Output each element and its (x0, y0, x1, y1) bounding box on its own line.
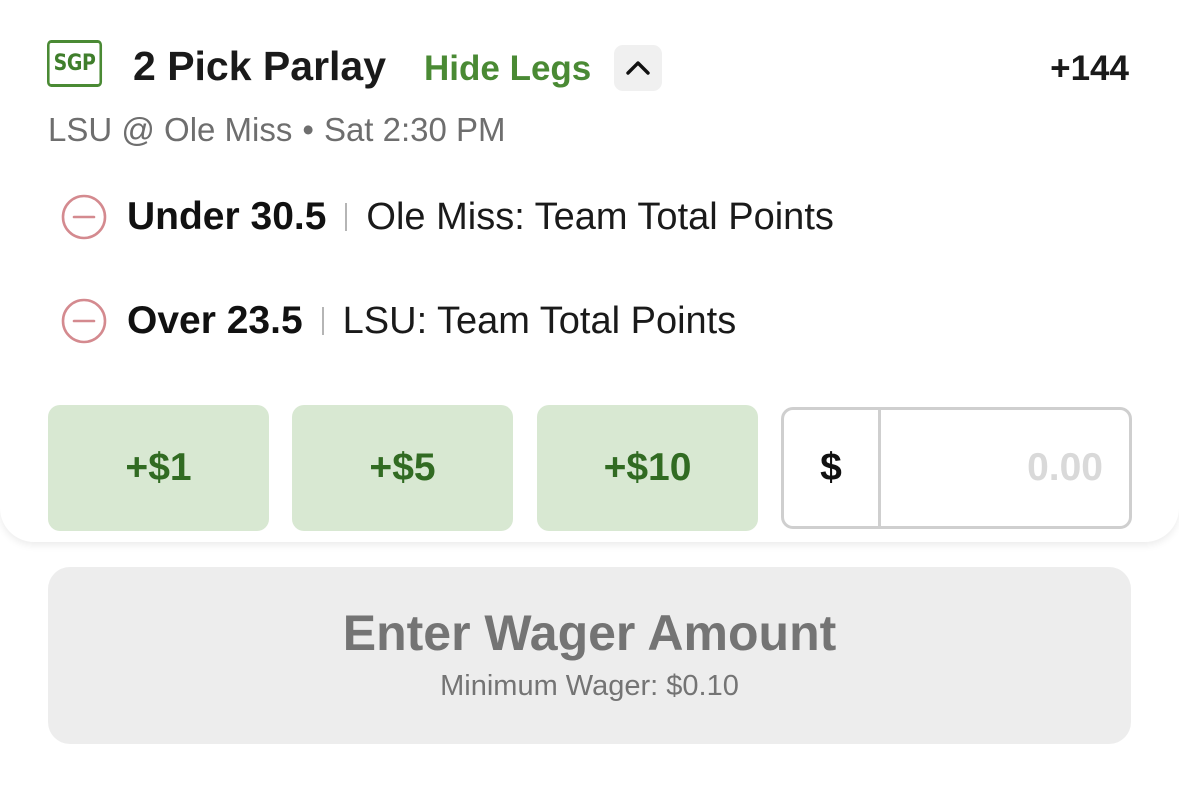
leg-divider (321, 307, 324, 335)
leg-market: LSU: Team Total Points (342, 299, 737, 342)
remove-leg-icon[interactable] (60, 297, 108, 345)
remove-leg-icon[interactable] (60, 193, 108, 241)
game-info: LSU @ Ole Miss • Sat 2:30 PM (48, 110, 506, 150)
chevron-up-icon (626, 61, 650, 75)
enter-wager-label: Enter Wager Amount (342, 604, 837, 661)
game-time: Sat 2:30 PM (323, 111, 506, 148)
quick-add-5-button[interactable]: +$5 (292, 405, 513, 531)
parlay-leg: Over 23.5 LSU: Team Total Points (60, 297, 736, 345)
parlay-title: 2 Pick Parlay (133, 43, 387, 89)
leg-market: Ole Miss: Team Total Points (366, 195, 834, 238)
leg-divider (345, 203, 348, 231)
quick-add-1-button[interactable]: +$1 (48, 405, 269, 531)
bet-slip-card: SGP 2 Pick Parlay Hide Legs +144 LSU @ O… (0, 0, 1179, 542)
wager-amount-input[interactable] (881, 410, 1129, 526)
parlay-odds: +144 (1050, 49, 1129, 88)
currency-symbol: $ (784, 410, 881, 526)
leg-line: Under 30.5 (127, 195, 327, 238)
leg-line: Over 23.5 (127, 299, 303, 342)
collapse-legs-button[interactable] (614, 45, 662, 91)
game-matchup: LSU @ Ole Miss (48, 111, 293, 148)
quick-add-10-button[interactable]: +$10 (537, 405, 758, 531)
parlay-leg: Under 30.5 Ole Miss: Team Total Points (60, 193, 834, 241)
enter-wager-button[interactable]: Enter Wager Amount Minimum Wager: $0.10 (48, 567, 1131, 744)
wager-amount-field[interactable]: $ (781, 407, 1132, 529)
sgp-badge: SGP (47, 40, 103, 87)
hide-legs-button[interactable]: Hide Legs (424, 46, 591, 92)
minimum-wager-label: Minimum Wager: $0.10 (440, 669, 739, 702)
game-info-separator: • (302, 111, 314, 148)
